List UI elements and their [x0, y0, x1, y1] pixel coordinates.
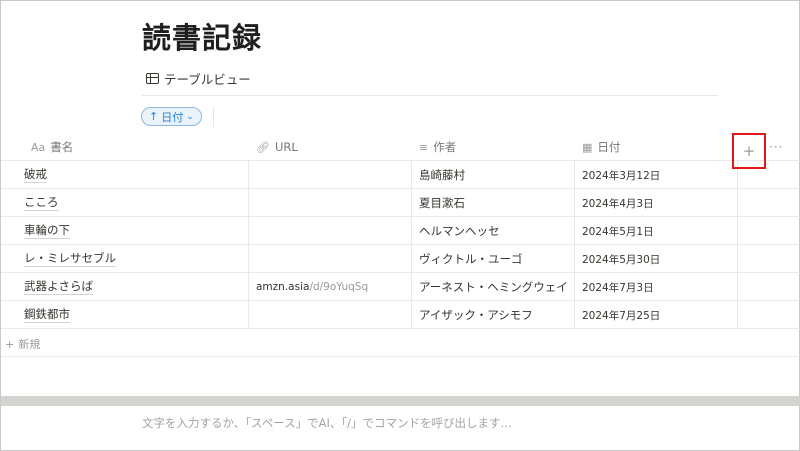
- cell-author[interactable]: 島崎藤村: [419, 161, 569, 189]
- table-icon: [146, 73, 159, 84]
- cell-author[interactable]: 夏目漱石: [419, 189, 569, 217]
- cell-url[interactable]: [256, 217, 406, 245]
- table-footer-divider: [1, 356, 800, 357]
- text-lines-icon: ≡: [419, 140, 429, 154]
- view-tab-table[interactable]: テーブルビュー: [146, 69, 251, 88]
- cell-date[interactable]: 2024年4月3日: [582, 189, 732, 217]
- column-divider: [411, 161, 412, 329]
- title-icon: Aa: [31, 140, 46, 154]
- page-title: 読書記録: [142, 21, 263, 55]
- sort-chip-label: 日付: [161, 110, 184, 124]
- view-tab-label: テーブルビュー: [164, 72, 251, 87]
- column-header-label: 日付: [597, 140, 621, 154]
- cell-url[interactable]: amzn.asia/d/9oYuqSq: [256, 273, 406, 301]
- cell-name[interactable]: 車輪の下: [24, 217, 244, 245]
- editor-placeholder[interactable]: 文字を入力するか、「スペース」でAI、「/」でコマンドを呼び出します...: [142, 415, 512, 431]
- cell-date[interactable]: 2024年3月12日: [582, 161, 732, 189]
- cell-author[interactable]: アーネスト・ヘミングウェイ: [419, 273, 579, 301]
- cell-date[interactable]: 2024年7月25日: [582, 301, 732, 329]
- sort-chip[interactable]: ↑ 日付 ⌄: [141, 107, 202, 126]
- column-header-label: 作者: [433, 140, 457, 154]
- arrow-up-icon: ↑: [149, 110, 159, 123]
- table-row[interactable]: 破戒 島崎藤村 2024年3月12日: [1, 161, 800, 189]
- cell-author[interactable]: ヴィクトル・ユーゴ: [419, 245, 569, 273]
- cell-name[interactable]: 破戒: [24, 161, 244, 189]
- cell-url[interactable]: [256, 301, 406, 329]
- cell-url[interactable]: [256, 189, 406, 217]
- table-header: Aa 書名 🔗︎ URL ≡ 作者 ▦ 日付: [1, 133, 800, 161]
- table-row[interactable]: レ・ミレサセブル ヴィクトル・ユーゴ 2024年5月30日: [1, 245, 800, 273]
- column-header-author[interactable]: ≡ 作者: [419, 133, 456, 161]
- column-header-label: 書名: [50, 140, 74, 154]
- cell-url[interactable]: [256, 161, 406, 189]
- column-header-name[interactable]: Aa 書名: [31, 133, 73, 161]
- column-divider: [248, 161, 249, 329]
- cell-date[interactable]: 2024年7月3日: [582, 273, 732, 301]
- more-options-button[interactable]: ···: [769, 137, 783, 157]
- view-divider: [142, 95, 718, 96]
- chevron-down-icon: ⌄: [186, 111, 194, 122]
- cell-url[interactable]: [256, 245, 406, 273]
- cell-name[interactable]: 鋼鉄都市: [24, 301, 244, 329]
- calendar-icon: ▦: [582, 140, 593, 154]
- table-row[interactable]: 鋼鉄都市 アイザック・アシモフ 2024年7月25日: [1, 301, 800, 329]
- table-row[interactable]: 車輪の下 ヘルマンヘッセ 2024年5月1日: [1, 217, 800, 245]
- link-icon: 🔗︎: [256, 140, 270, 154]
- cell-name[interactable]: こころ: [24, 189, 244, 217]
- cell-date[interactable]: 2024年5月30日: [582, 245, 732, 273]
- column-header-label: URL: [274, 140, 298, 154]
- plus-icon: +: [742, 142, 756, 160]
- more-dots-icon: ···: [769, 140, 784, 154]
- toolbar-divider: [213, 107, 214, 127]
- section-divider: [1, 396, 800, 406]
- plus-icon: +: [5, 337, 15, 351]
- table-row[interactable]: 武器よさらば amzn.asia/d/9oYuqSq アーネスト・ヘミングウェイ…: [1, 273, 800, 301]
- table-row[interactable]: こころ 夏目漱石 2024年4月3日: [1, 189, 800, 217]
- new-row-label: 新規: [18, 338, 41, 351]
- cell-date[interactable]: 2024年5月1日: [582, 217, 732, 245]
- column-header-url[interactable]: 🔗︎ URL: [256, 133, 298, 161]
- cell-author[interactable]: ヘルマンヘッセ: [419, 217, 569, 245]
- add-column-button[interactable]: +: [732, 133, 766, 169]
- column-divider: [574, 161, 575, 329]
- new-row-button[interactable]: + 新規: [5, 334, 40, 354]
- column-header-date[interactable]: ▦ 日付: [582, 133, 620, 161]
- cell-name[interactable]: 武器よさらば: [24, 273, 244, 301]
- cell-author[interactable]: アイザック・アシモフ: [419, 301, 569, 329]
- column-divider: [737, 161, 738, 329]
- cell-name[interactable]: レ・ミレサセブル: [24, 245, 244, 273]
